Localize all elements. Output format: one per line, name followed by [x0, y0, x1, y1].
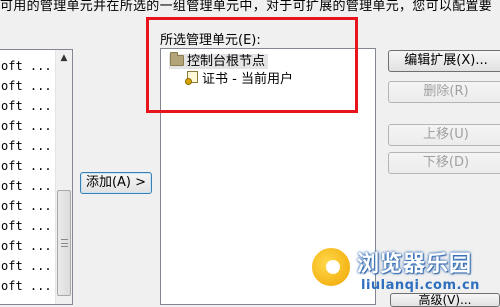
- list-item[interactable]: oft ...: [0, 156, 55, 176]
- grip-icon: [61, 239, 68, 247]
- list-item[interactable]: oft ...: [0, 96, 55, 116]
- list-item[interactable]: oft ...: [0, 56, 55, 76]
- move-up-button[interactable]: 上移(U): [388, 124, 500, 146]
- list-item[interactable]: oft ...: [0, 276, 55, 296]
- watermark: 浏览器乐园 liulanqi.com.cn: [305, 238, 500, 300]
- available-snapins-list[interactable]: oft ... oft ... oft ... oft ... oft ... …: [0, 49, 73, 305]
- scrollbar-thumb[interactable]: [57, 190, 71, 296]
- list-item[interactable]: oft ...: [0, 216, 55, 236]
- watermark-domain: liulanqi.com.cn: [361, 278, 480, 293]
- list-item[interactable]: oft ...: [0, 236, 55, 256]
- list-item[interactable]: oft ...: [0, 136, 55, 156]
- list-item[interactable]: oft ...: [0, 196, 55, 216]
- watermark-title: 浏览器乐园: [357, 252, 473, 277]
- dialog-instruction-text: 可用的管理单元并在所选的一组管理单元中，对于可扩展的管理单元，您可以配置要: [0, 0, 493, 13]
- move-down-button[interactable]: 下移(D): [388, 152, 500, 174]
- list-scrollbar[interactable]: ▲: [55, 50, 72, 304]
- red-highlight-annotation: [146, 17, 358, 113]
- list-item[interactable]: oft ...: [0, 116, 55, 136]
- browser-paradise-logo-icon: [310, 246, 352, 288]
- scroll-up-arrow-icon[interactable]: ▲: [56, 50, 72, 67]
- list-item[interactable]: oft ...: [0, 256, 55, 276]
- edit-extensions-button[interactable]: 编辑扩展(X)...: [388, 50, 500, 72]
- remove-button[interactable]: 删除(R): [388, 81, 500, 103]
- add-button[interactable]: 添加(A) >: [80, 172, 152, 194]
- list-item[interactable]: oft ...: [0, 176, 55, 196]
- list-item[interactable]: oft ...: [0, 76, 55, 96]
